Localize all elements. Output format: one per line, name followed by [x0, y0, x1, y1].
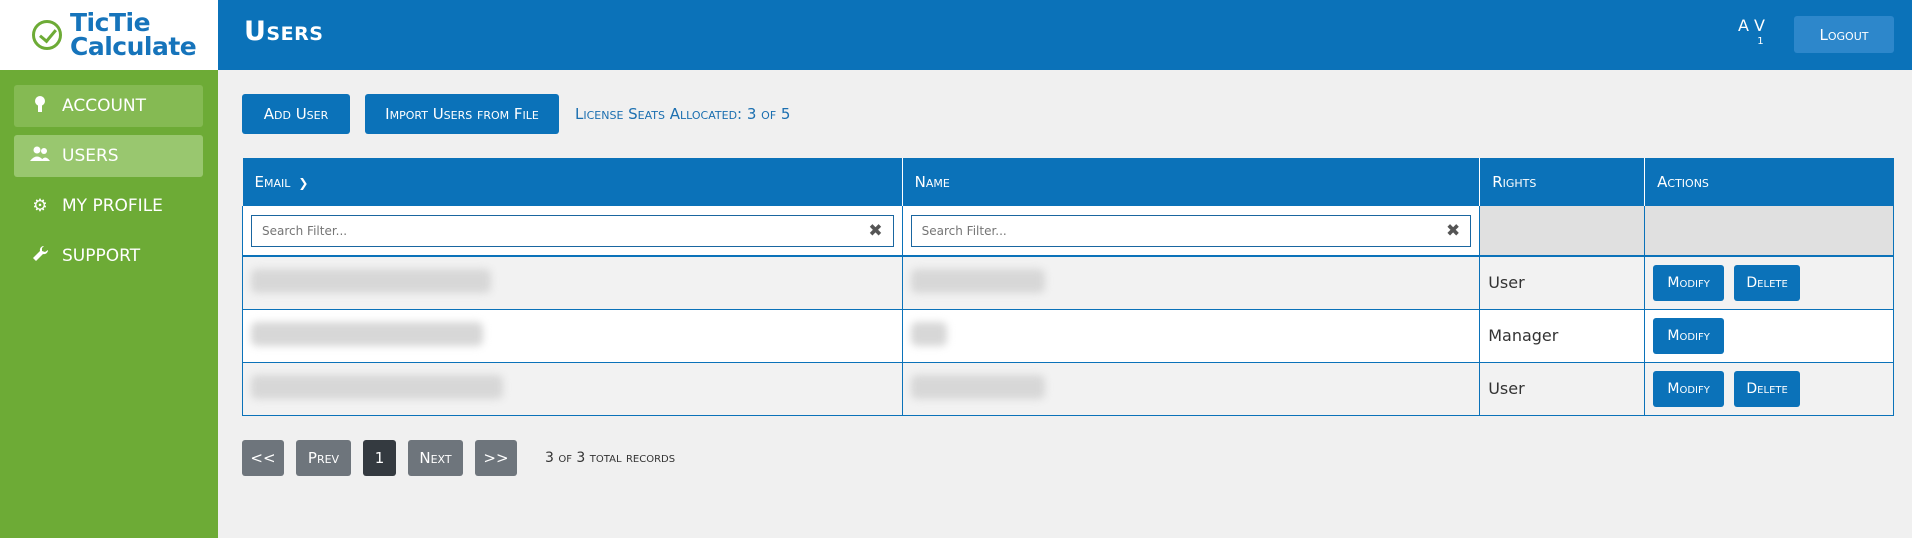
- redacted-email: [251, 374, 503, 399]
- column-header-label: Name: [914, 173, 950, 191]
- user-initials[interactable]: A V 1: [1738, 18, 1765, 50]
- column-header-name[interactable]: Name: [902, 158, 1481, 206]
- last-page-button[interactable]: >>: [475, 440, 517, 476]
- name-cell: [901, 361, 1481, 416]
- logo-line2: Calculate: [70, 32, 197, 61]
- logout-button[interactable]: Logout: [1794, 16, 1894, 53]
- name-cell: [901, 308, 1481, 363]
- column-header-label: Actions: [1657, 173, 1709, 191]
- user-count-badge: 1: [1757, 36, 1764, 47]
- actions-cell: Modify Delete: [1644, 255, 1894, 310]
- name-search-input[interactable]: [911, 215, 1415, 246]
- gear-icon: ⚙: [32, 196, 48, 216]
- sidebar-item-label: ACCOUNT: [62, 96, 146, 116]
- column-header-rights: Rights: [1479, 158, 1646, 206]
- sidebar-nav: ACCOUNT USERS ⚙ MY PROFILE SUPPORT: [0, 70, 218, 277]
- add-user-button[interactable]: Add User: [242, 94, 350, 134]
- chevron-down-icon[interactable]: ❯: [298, 176, 308, 190]
- import-users-button[interactable]: Import Users from File: [365, 94, 559, 134]
- actions-filter-cell: [1644, 206, 1894, 257]
- award-icon: [30, 95, 50, 118]
- wrench-icon: [30, 245, 50, 267]
- name-cell: [901, 255, 1481, 310]
- toolbar: Add User Import Users from File License …: [242, 94, 790, 134]
- redacted-name: [910, 268, 1045, 293]
- name-filter-cell: ✖: [901, 206, 1481, 257]
- name-filter: ✖: [910, 214, 1472, 247]
- email-filter-cell: ✖: [242, 206, 903, 257]
- close-icon[interactable]: ✖: [1446, 221, 1460, 241]
- users-icon: [30, 146, 50, 167]
- email-cell: [242, 361, 903, 416]
- sidebar-item-label: SUPPORT: [62, 246, 141, 266]
- logo[interactable]: TicTie Calculate: [0, 0, 218, 70]
- current-page-button[interactable]: 1: [363, 440, 396, 476]
- email-filter: ✖: [251, 214, 894, 247]
- close-icon[interactable]: ✖: [868, 221, 882, 241]
- email-cell: [242, 308, 903, 363]
- modify-button[interactable]: Modify: [1653, 370, 1725, 407]
- actions-cell: Modify: [1644, 308, 1894, 363]
- header-bar: Users A V 1 Logout: [218, 0, 1912, 70]
- redacted-name: [910, 321, 947, 346]
- table-row: User Modify Delete: [242, 361, 1894, 416]
- email-cell: [242, 255, 903, 310]
- sidebar-item-users[interactable]: USERS: [14, 135, 203, 177]
- table-header-row: Email ❯ Name Rights Actions: [242, 158, 1894, 206]
- redacted-name: [910, 374, 1045, 399]
- sidebar-item-label: MY PROFILE: [62, 196, 163, 216]
- check-circle-icon: [32, 20, 62, 50]
- total-records-text: 3 of 3 total records: [545, 450, 676, 466]
- filter-row: ✖ ✖: [242, 206, 1894, 257]
- table-row: User Modify Delete: [242, 255, 1894, 310]
- column-header-label: Rights: [1492, 173, 1537, 191]
- redacted-email: [251, 321, 483, 346]
- rights-cell: User: [1479, 255, 1646, 310]
- sidebar-item-account[interactable]: ACCOUNT: [14, 85, 203, 127]
- table-row: Manager Modify: [242, 308, 1894, 363]
- modify-button[interactable]: Modify: [1653, 264, 1725, 301]
- column-header-actions: Actions: [1644, 158, 1894, 206]
- pagination: << Prev 1 Next >> 3 of 3 total records: [242, 440, 675, 476]
- email-search-input[interactable]: [252, 215, 829, 246]
- actions-cell: Modify Delete: [1644, 361, 1894, 416]
- next-page-button[interactable]: Next: [408, 440, 463, 476]
- user-initials-text: A V: [1738, 16, 1765, 35]
- sidebar-item-my-profile[interactable]: ⚙ MY PROFILE: [14, 185, 203, 227]
- sidebar: TicTie Calculate ACCOUNT USERS ⚙ MY PROF…: [0, 0, 218, 538]
- redacted-email: [251, 268, 491, 293]
- sidebar-item-label: USERS: [62, 146, 119, 166]
- license-seats-text: License Seats Allocated: 3 of 5: [575, 105, 791, 123]
- page-title: Users: [244, 16, 324, 47]
- delete-button[interactable]: Delete: [1734, 370, 1801, 407]
- users-table: Email ❯ Name Rights Actions ✖ ✖: [242, 158, 1894, 416]
- rights-filter-cell: [1479, 206, 1646, 257]
- rights-cell: User: [1479, 361, 1646, 416]
- sidebar-item-support[interactable]: SUPPORT: [14, 235, 203, 277]
- column-header-label: Email: [254, 173, 291, 191]
- rights-cell: Manager: [1479, 308, 1646, 363]
- column-header-email[interactable]: Email ❯: [242, 158, 903, 206]
- delete-button[interactable]: Delete: [1734, 264, 1801, 301]
- modify-button[interactable]: Modify: [1653, 317, 1725, 354]
- logo-text: TicTie Calculate: [70, 10, 197, 61]
- first-page-button[interactable]: <<: [242, 440, 284, 476]
- prev-page-button[interactable]: Prev: [296, 440, 351, 476]
